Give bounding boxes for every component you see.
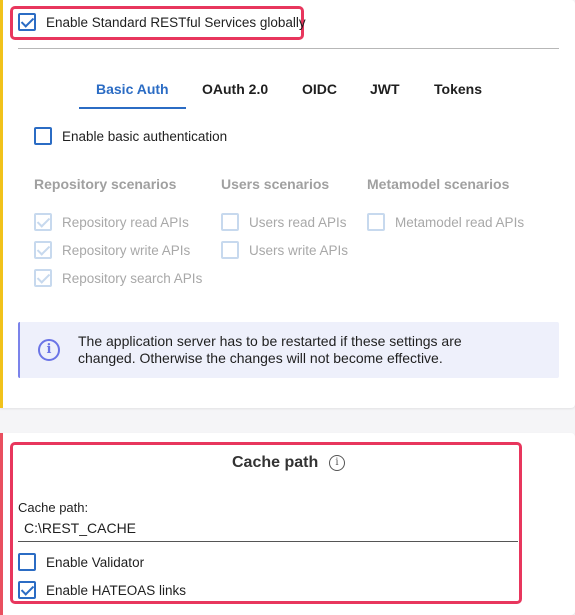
checkbox-unchecked-icon[interactable]: [221, 241, 239, 259]
checkbox-checked-icon[interactable]: [18, 581, 36, 599]
tab-oidc[interactable]: OIDC: [302, 81, 337, 97]
checkbox-unchecked-icon[interactable]: [221, 213, 239, 231]
checkbox-unchecked-icon[interactable]: [367, 213, 385, 231]
repository-search-checkbox[interactable]: Repository search APIs: [34, 269, 202, 287]
checkbox-checked-icon[interactable]: [34, 269, 52, 287]
hateoas-label: Enable HATEOAS links: [46, 582, 187, 598]
validator-label: Enable Validator: [46, 554, 145, 570]
hateoas-checkbox[interactable]: Enable HATEOAS links: [18, 581, 186, 599]
global-enable-label: Enable Standard RESTful Services globall…: [46, 14, 306, 30]
checkbox-checked-icon[interactable]: [18, 13, 36, 31]
cache-path-title: Cache path: [232, 454, 319, 471]
metamodel-read-checkbox[interactable]: Metamodel read APIs: [367, 213, 524, 231]
metamodel-scenarios-header: Metamodel scenarios: [367, 176, 510, 192]
info-circle-icon: i: [38, 339, 60, 361]
repository-write-checkbox[interactable]: Repository write APIs: [34, 241, 190, 259]
validator-checkbox[interactable]: Enable Validator: [18, 553, 144, 571]
basic-auth-label: Enable basic authentication: [62, 128, 228, 144]
cache-path-input-underline: [18, 541, 518, 542]
info-icon[interactable]: i: [329, 455, 345, 471]
checkbox-unchecked-icon[interactable]: [18, 553, 36, 571]
cache-path-input[interactable]: C:\REST_CACHE: [24, 520, 136, 536]
tab-tokens[interactable]: Tokens: [434, 81, 482, 97]
global-enable-checkbox[interactable]: Enable Standard RESTful Services globall…: [18, 13, 306, 31]
users-read-checkbox[interactable]: Users read APIs: [221, 213, 347, 231]
users-write-label: Users write APIs: [249, 242, 349, 258]
restart-info-banner: i The application server has to be resta…: [18, 322, 559, 378]
basic-auth-checkbox[interactable]: Enable basic authentication: [34, 127, 227, 145]
tab-basic-auth[interactable]: Basic Auth: [96, 81, 169, 97]
tab-jwt[interactable]: JWT: [370, 81, 400, 97]
metamodel-read-label: Metamodel read APIs: [395, 214, 525, 230]
checkbox-checked-icon[interactable]: [34, 213, 52, 231]
users-scenarios-header: Users scenarios: [221, 176, 330, 192]
divider: [18, 48, 559, 49]
info-message-text: The application server has to be restart…: [78, 333, 462, 366]
repository-scenarios-header: Repository scenarios: [34, 176, 177, 192]
users-read-label: Users read APIs: [249, 214, 347, 230]
active-tab-indicator: [79, 107, 186, 109]
repository-write-label: Repository write APIs: [62, 242, 191, 258]
repository-read-checkbox[interactable]: Repository read APIs: [34, 213, 189, 231]
checkbox-checked-icon[interactable]: [34, 241, 52, 259]
checkbox-unchecked-icon[interactable]: [34, 127, 52, 145]
users-write-checkbox[interactable]: Users write APIs: [221, 241, 348, 259]
tab-oauth[interactable]: OAuth 2.0: [202, 81, 268, 97]
repository-search-label: Repository search APIs: [62, 270, 203, 286]
repository-read-label: Repository read APIs: [62, 214, 189, 230]
cache-path-label: Cache path:: [18, 500, 89, 515]
